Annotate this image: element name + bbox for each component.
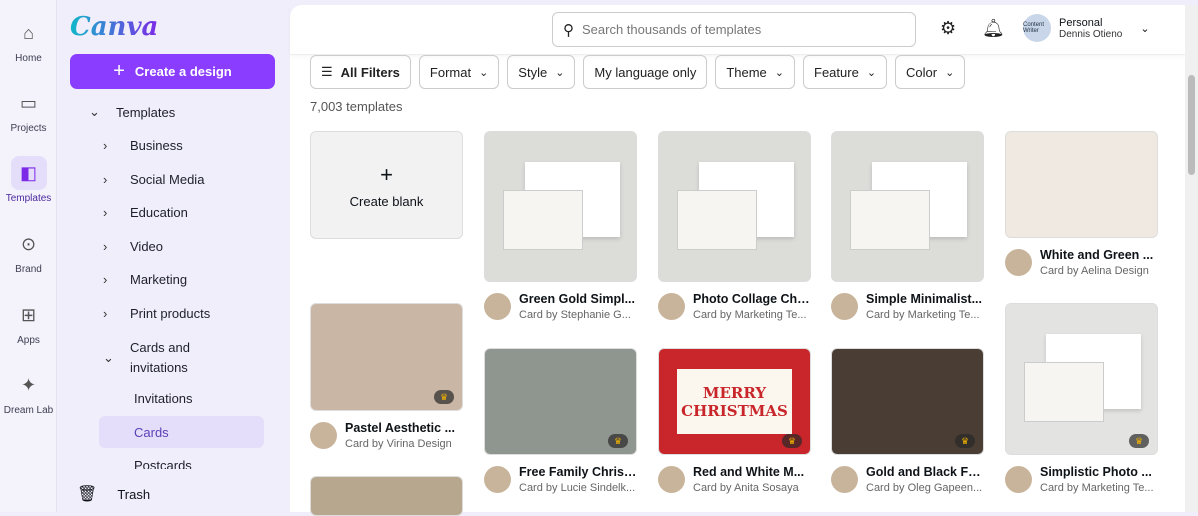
chevron-down-icon: ⌄ [866,66,877,79]
left-rail: ⌂ Home ▭ Projects ◧ Templates ⊙ Brand ⊞ Apps ✦ Drea… [0,0,57,512]
creator-avatar [658,293,685,320]
top-header: ⚲ Search thousands of templates ⚙ 🔔︎ Cont… [290,5,1185,55]
nav-video[interactable]: › Video [103,239,163,254]
creator-avatar [658,466,685,493]
template-card[interactable]: White and Green ... Card by Aelina Design [1005,131,1158,277]
filter-style[interactable]: Style ⌄ [507,55,576,89]
nav-business[interactable]: › Business [103,138,183,153]
selected-highlight [99,416,264,448]
chevron-down-icon: ⌄ [555,66,565,79]
template-thumbnail[interactable]: MERRY CHRISTMAS ♛ [658,348,811,455]
template-thumbnail[interactable]: ♛ [831,348,984,455]
nav-cards-and-invitations[interactable]: ⌄ Cards and invitations [103,338,210,378]
premium-crown-icon: ♛ [1129,434,1149,448]
creator-avatar [310,422,337,449]
template-card[interactable]: ♛ Free Family Christ... Card by Lucie Sin… [484,348,637,494]
template-thumbnail[interactable] [1005,131,1158,238]
creator-avatar [484,293,511,320]
filter-my-language-only[interactable]: My language only [583,55,708,89]
nav-templates[interactable]: ⌄ Templates [89,104,175,120]
template-thumbnail[interactable] [658,131,811,282]
template-card[interactable]: Green Gold Simpl... Card by Stephanie G..… [484,131,637,321]
template-count: 7,003 templates [310,99,403,114]
chevron-right-icon: › [103,238,108,254]
template-thumbnail[interactable] [831,131,984,282]
chevron-right-icon: › [103,205,108,220]
account-menu[interactable]: Content Writer Personal Dennis Otieno ⌄ [1023,14,1150,42]
nav-cards[interactable]: Cards [134,425,169,440]
sidebar: Canva + Create a design ⌄ Templates › Busin… [57,0,342,512]
rail-apps[interactable]: ⊞ Apps [0,298,57,347]
template-thumbnail[interactable]: ♛ [310,303,463,411]
premium-crown-icon: ♛ [955,434,975,448]
nav-social-media[interactable]: › Social Media [103,172,204,187]
premium-crown-icon: ♛ [434,390,454,404]
premium-crown-icon: ♛ [782,434,802,448]
chevron-right-icon: › [103,305,108,321]
chevron-down-icon: ⌄ [103,350,114,365]
template-card[interactable]: ♛ Simplistic Photo ... Card by Marketing … [1005,303,1158,494]
search-input[interactable]: ⚲ Search thousands of templates [552,12,916,47]
folder-icon: ▭ [19,92,37,113]
plus-icon: + [380,161,393,187]
create-design-button[interactable]: + Create a design [70,54,275,89]
template-card[interactable]: Simple Minimalist... Card by Marketing Te… [831,131,984,321]
sliders-icon: ☰ [321,64,333,79]
trash-button[interactable]: 🗑 Trash [77,484,150,504]
template-thumbnail[interactable]: ♛ [484,348,637,455]
template-card[interactable]: Photo Collage Chr... Card by Marketing Te… [658,131,811,321]
template-card[interactable]: ♛ Gold and Black Fa... Card by Oleg Gapee… [831,348,984,494]
chevron-down-icon: ⌄ [1140,22,1150,35]
chevron-down-icon: ⌄ [774,66,785,79]
creator-avatar [831,293,858,320]
dream-lab-icon: ✦ [20,374,37,395]
creator-avatar [831,466,858,493]
notification-bell-icon[interactable]: 🔔︎ [982,18,1005,39]
brand-icon: ⊙ [20,233,37,254]
creator-avatar [1005,249,1032,276]
premium-crown-icon: ♛ [608,434,628,448]
create-blank-card[interactable]: + Create blank [310,131,463,239]
chevron-right-icon: › [103,272,108,287]
rail-dream-lab[interactable]: ✦ Dream Lab [0,368,57,417]
main-scrollbar[interactable] [1185,5,1198,512]
chevron-right-icon: › [103,138,108,153]
filter-bar: ☰ All Filters Format ⌄ Style ⌄ My language onl… [310,55,966,89]
rail-brand[interactable]: ⊙ Brand [0,227,57,276]
chevron-down-icon: ⌄ [945,66,955,79]
filter-color[interactable]: Color ⌄ [895,55,966,89]
chevron-down-icon: ⌄ [479,66,489,79]
home-icon: ⌂ [23,22,34,43]
rail-home[interactable]: ⌂ Home [0,16,57,65]
nav-marketing[interactable]: › Marketing [103,272,187,287]
nav-invitations[interactable]: Invitations [134,391,193,406]
template-card[interactable]: MERRY CHRISTMAS ♛ Red and White M... Card … [658,348,811,494]
avatar: Content Writer [1023,14,1051,42]
creator-avatar [1005,466,1032,493]
rail-templates[interactable]: ◧ Templates [0,156,57,204]
plus-icon: + [113,60,125,82]
chevron-right-icon: › [103,171,108,187]
settings-gear-icon[interactable]: ⚙ [940,18,956,39]
template-thumbnail[interactable] [484,131,637,282]
template-thumbnail[interactable]: ♛ [1005,303,1158,455]
template-card-partial[interactable] [310,476,463,516]
nav-print-products[interactable]: › Print products [103,306,210,321]
template-card[interactable]: ♛ Pastel Aesthetic ... Card by Virina Des… [310,303,463,450]
nav-education[interactable]: › Education [103,205,188,220]
filter-theme[interactable]: Theme ⌄ [715,55,796,89]
canva-logo[interactable]: Canva [70,12,158,42]
filter-all-filters[interactable]: ☰ All Filters [310,55,411,89]
filter-format[interactable]: Format ⌄ [418,55,500,89]
rail-projects[interactable]: ▭ Projects [0,86,57,135]
chevron-down-icon: ⌄ [89,104,100,119]
trash-icon: 🗑 [77,486,98,503]
templates-icon: ◧ [10,156,47,190]
apps-icon: ⊞ [20,304,37,325]
main-panel: ⚲ Search thousands of templates ⚙ 🔔︎ Cont… [290,5,1198,516]
creator-avatar [484,466,511,493]
nav-postcards[interactable]: Postcards [134,458,192,469]
search-icon: ⚲ [563,21,574,39]
filter-feature[interactable]: Feature ⌄ [803,55,888,89]
